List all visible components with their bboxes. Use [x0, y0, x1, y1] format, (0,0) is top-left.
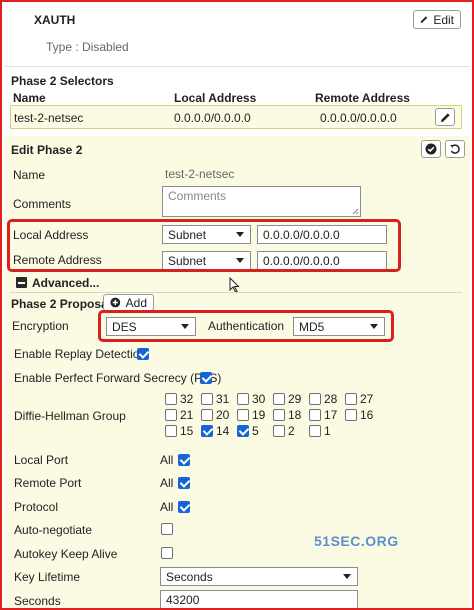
section-divider: [4, 66, 470, 67]
local-port-all-checkbox[interactable]: [178, 454, 190, 466]
protocol-label: Protocol: [14, 500, 59, 514]
dh-group-15-checkbox[interactable]: [165, 425, 177, 437]
dh-group-30-label: 30: [252, 392, 266, 406]
remote-port-label: Remote Port: [14, 476, 82, 490]
collapse-icon[interactable]: [16, 277, 27, 288]
dh-group-1-label: 1: [324, 424, 331, 438]
dh-group-16-checkbox[interactable]: [345, 409, 357, 421]
dh-group-17-checkbox[interactable]: [309, 409, 321, 421]
dh-group-30-checkbox[interactable]: [237, 393, 249, 405]
section-divider: [10, 292, 462, 293]
mouse-cursor-icon: [229, 277, 240, 293]
key-lifetime-select[interactable]: Seconds: [160, 567, 358, 586]
dh-group-14-label: 14: [216, 424, 230, 438]
save-button[interactable]: [421, 140, 441, 158]
selector-row-remote: 0.0.0.0/0.0.0.0: [320, 111, 397, 125]
pencil-icon: [420, 16, 428, 23]
col-name-header: Name: [13, 91, 46, 105]
autokey-checkbox[interactable]: [161, 547, 173, 559]
annotation-box-addresses: [7, 219, 401, 272]
dh-group-28-checkbox[interactable]: [309, 393, 321, 405]
dh-group-29-checkbox[interactable]: [273, 393, 285, 405]
key-lifetime-label: Key Lifetime: [14, 570, 81, 584]
caret-down-icon: [343, 574, 351, 579]
edit-phase2-title: Edit Phase 2: [11, 143, 83, 157]
dh-group-20-checkbox[interactable]: [201, 409, 213, 421]
watermark: 51SEC.ORG: [314, 533, 399, 549]
xauth-edit-button[interactable]: Edit: [413, 10, 461, 29]
dh-group-32-checkbox[interactable]: [165, 393, 177, 405]
pencil-icon: [440, 112, 450, 122]
dh-group-16-label: 16: [360, 408, 374, 422]
pfs-label: Enable Perfect Forward Secrecy (PFS): [14, 371, 222, 385]
selector-row-local: 0.0.0.0/0.0.0.0: [174, 111, 251, 125]
auto-negotiate-checkbox[interactable]: [161, 523, 173, 535]
protocol-value: All: [160, 500, 174, 514]
dh-group-19-checkbox[interactable]: [237, 409, 249, 421]
plus-circle-icon: [110, 297, 121, 308]
dh-group-19-label: 19: [252, 408, 266, 422]
xauth-title: XAUTH: [34, 13, 76, 27]
pfs-checkbox[interactable]: [200, 372, 212, 384]
dh-group-27-checkbox[interactable]: [345, 393, 357, 405]
comments-label: Comments: [13, 197, 72, 211]
proposal-title: Phase 2 Proposal: [11, 297, 112, 311]
check-circle-icon: [425, 143, 437, 155]
auto-negotiate-label: Auto-negotiate: [14, 523, 93, 537]
dh-group-28-label: 28: [324, 392, 338, 406]
replay-detection-label: Enable Replay Detection: [14, 347, 147, 361]
seconds-label: Seconds: [14, 594, 61, 608]
dh-group-29-label: 29: [288, 392, 302, 406]
dh-group-15-label: 15: [180, 424, 194, 438]
undo-icon: [450, 144, 460, 154]
dh-group-1-checkbox[interactable]: [309, 425, 321, 437]
dh-group-32-label: 32: [180, 392, 194, 406]
dh-group-31-checkbox[interactable]: [201, 393, 213, 405]
name-value: test-2-netsec: [165, 167, 235, 181]
local-port-value: All: [160, 453, 174, 467]
add-proposal-button[interactable]: Add: [103, 294, 154, 311]
dh-group-18-checkbox[interactable]: [273, 409, 285, 421]
xauth-type: Type : Disabled: [46, 40, 129, 54]
col-remote-address-header: Remote Address: [315, 91, 410, 105]
dh-group-17-label: 17: [324, 408, 338, 422]
dh-group-label: Diffie-Hellman Group: [14, 409, 126, 423]
selector-row[interactable]: test-2-netsec 0.0.0.0/0.0.0.0 0.0.0.0/0.…: [10, 105, 462, 129]
col-local-address-header: Local Address: [174, 91, 257, 105]
selector-edit-button[interactable]: [435, 108, 455, 126]
seconds-input[interactable]: 43200: [160, 590, 358, 608]
dh-group-2-label: 2: [288, 424, 295, 438]
encryption-label: Encryption: [12, 319, 69, 333]
advanced-toggle[interactable]: Advanced...: [32, 276, 99, 290]
replay-detection-checkbox[interactable]: [137, 348, 149, 360]
dh-group-14-checkbox[interactable]: [201, 425, 213, 437]
dh-group-5-label: 5: [252, 424, 259, 438]
protocol-all-checkbox[interactable]: [178, 501, 190, 513]
name-label: Name: [13, 168, 46, 182]
dh-group-2-checkbox[interactable]: [273, 425, 285, 437]
dh-group-21-label: 21: [180, 408, 194, 422]
selector-row-name: test-2-netsec: [14, 111, 84, 125]
dh-group-18-label: 18: [288, 408, 302, 422]
resize-grip-icon[interactable]: [352, 208, 359, 215]
dh-group-31-label: 31: [216, 392, 230, 406]
comments-textarea[interactable]: Comments: [162, 186, 361, 217]
ipsec-phase2-panel: XAUTH Type : Disabled Edit Phase 2 Selec…: [0, 0, 474, 610]
dh-group-27-label: 27: [360, 392, 374, 406]
undo-button[interactable]: [445, 140, 465, 158]
dh-group-20-label: 20: [216, 408, 230, 422]
selectors-title: Phase 2 Selectors: [11, 74, 114, 88]
autokey-label: Autokey Keep Alive: [14, 547, 118, 561]
local-port-label: Local Port: [14, 453, 69, 467]
remote-port-all-checkbox[interactable]: [178, 477, 190, 489]
dh-group-21-checkbox[interactable]: [165, 409, 177, 421]
annotation-box-proposal: [98, 310, 394, 342]
remote-port-value: All: [160, 476, 174, 490]
dh-group-5-checkbox[interactable]: [237, 425, 249, 437]
